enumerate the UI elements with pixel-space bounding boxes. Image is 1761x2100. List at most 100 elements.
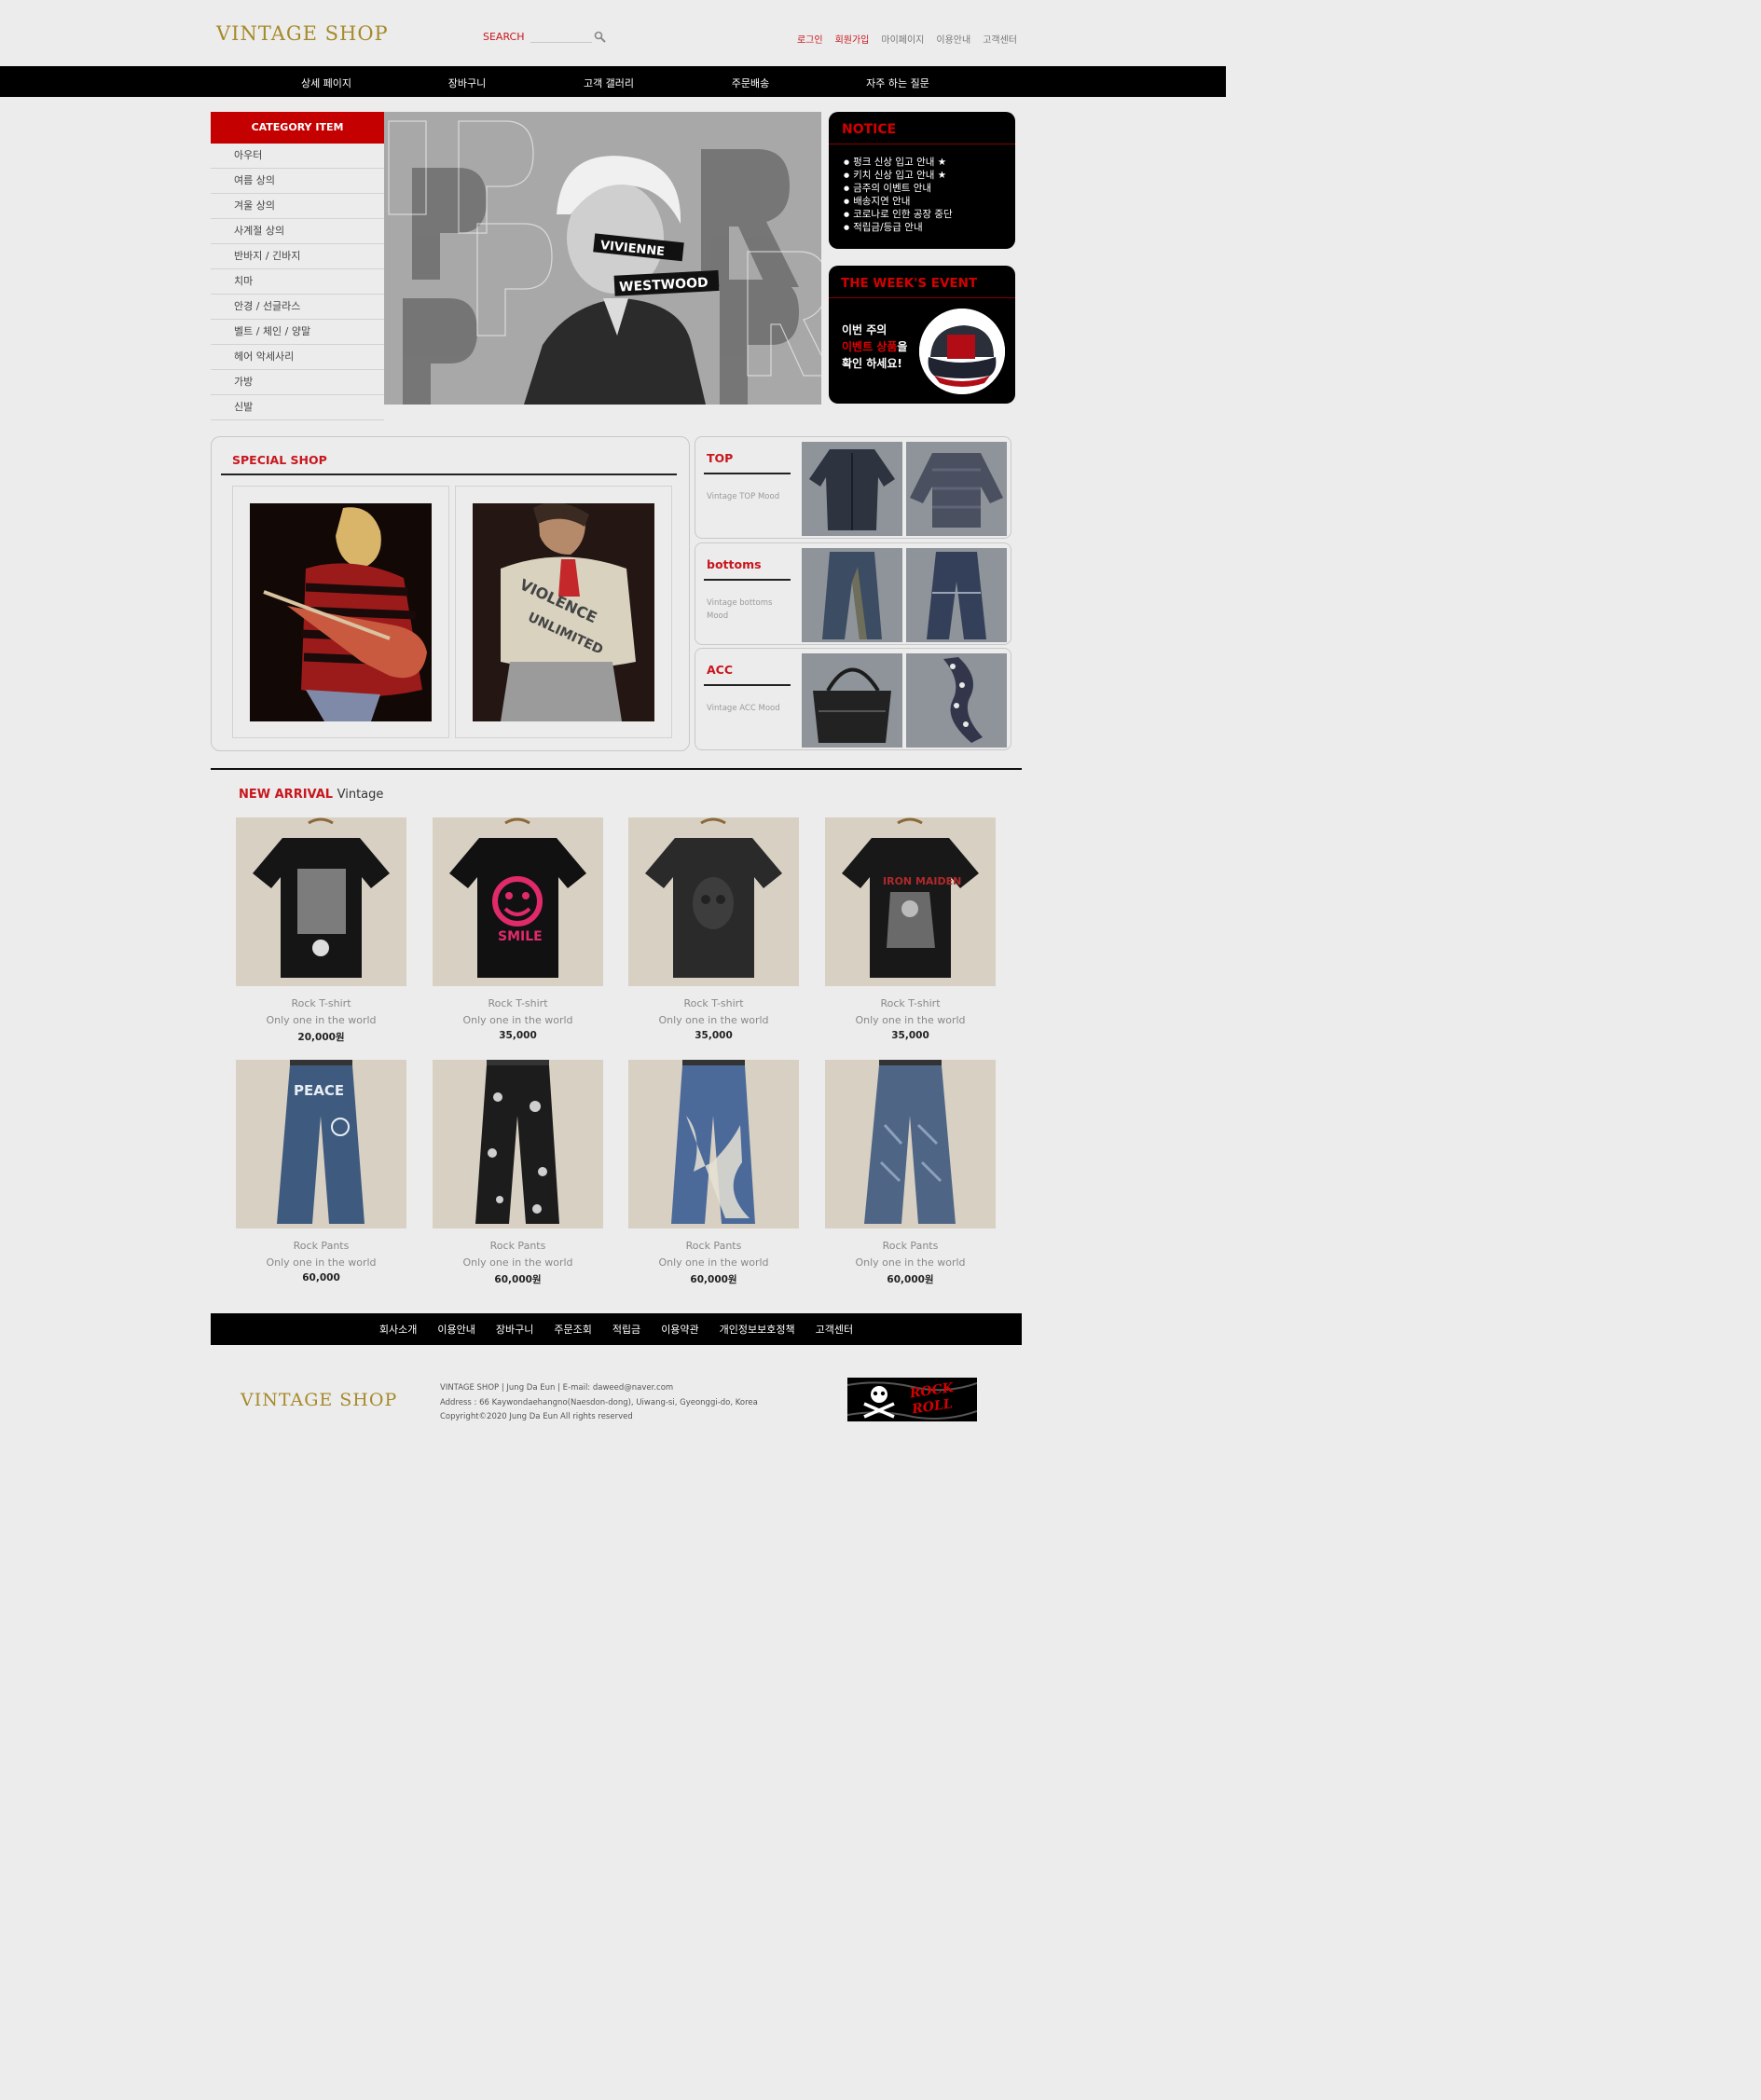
footer-link-guide[interactable]: 이용안내 <box>437 1322 475 1337</box>
nav-item-detail[interactable]: 상세 페이지 <box>301 75 351 90</box>
product-desc: Only one in the world <box>462 1014 573 1026</box>
section-divider <box>211 768 1022 770</box>
footer-link-terms[interactable]: 이용약관 <box>661 1322 698 1337</box>
product-price: 60,000 <box>302 1272 340 1283</box>
category-box-title[interactable]: bottoms <box>707 557 762 571</box>
product-image-pants[interactable] <box>433 1060 603 1228</box>
product-desc: Only one in the world <box>266 1014 377 1026</box>
product-card[interactable]: IRON MAIDEN Rock T-shirt Only one in the… <box>825 817 996 1041</box>
category-item-glasses[interactable]: 안경 / 선글라스 <box>211 295 384 320</box>
new-arrival-title-rest: Vintage <box>337 788 384 802</box>
category-item-outer[interactable]: 아우터 <box>211 144 384 169</box>
product-card[interactable]: Rock Pants Only one in the world 60,000원 <box>825 1060 996 1286</box>
product-desc: Only one in the world <box>855 1256 966 1269</box>
special-image-punk[interactable]: VIOLENCE UNLIMITED <box>473 503 654 721</box>
product-card[interactable]: Rock T-shirt Only one in the world 20,00… <box>236 817 406 1044</box>
event-text: 이번 주의 이벤트 상품을 확인 하세요! <box>842 322 907 372</box>
guide-link[interactable]: 이용안내 <box>936 32 970 46</box>
site-logo[interactable]: VINTAGE SHOP <box>216 22 389 45</box>
event-cap-image[interactable] <box>919 309 1005 394</box>
hero-banner[interactable]: VIVIENNE WESTWOOD <box>384 112 821 405</box>
category-item-belt[interactable]: 벨트 / 체인 / 양말 <box>211 320 384 345</box>
search-icon[interactable] <box>594 30 607 43</box>
product-price: 35,000 <box>695 1030 733 1041</box>
product-image-pants[interactable] <box>628 1060 799 1228</box>
special-card[interactable] <box>232 486 449 738</box>
product-name[interactable]: Rock Pants <box>433 1240 603 1252</box>
footer-link-company[interactable]: 회사소개 <box>379 1322 417 1337</box>
category-box-title[interactable]: ACC <box>707 663 733 677</box>
category-item-shoes[interactable]: 신발 <box>211 395 384 420</box>
category-item-pants[interactable]: 반바지 / 긴바지 <box>211 244 384 269</box>
product-image-tshirt[interactable]: IRON MAIDEN <box>825 817 996 986</box>
footer-link-order-check[interactable]: 주문조회 <box>554 1322 591 1337</box>
product-image-tshirt[interactable] <box>236 817 406 986</box>
category-item-winter-top[interactable]: 겨울 상의 <box>211 194 384 219</box>
product-name[interactable]: Rock T-shirt <box>825 997 996 1009</box>
category-item-bag[interactable]: 가방 <box>211 370 384 395</box>
product-card[interactable]: Rock T-shirt Only one in the world 35,00… <box>628 817 799 1041</box>
event-suffix: 을 <box>897 340 908 353</box>
product-name[interactable]: Rock Pants <box>628 1240 799 1252</box>
product-price: 60,000원 <box>494 1274 542 1285</box>
footer-logo[interactable]: VINTAGE SHOP <box>241 1390 397 1410</box>
footer-info-line: Copyright©2020 Jung Da Eun All rights re… <box>440 1412 633 1421</box>
category-box-bottoms[interactable]: bottoms Vintage bottoms Mood <box>695 542 1011 645</box>
notice-item[interactable]: 펑크 신상 입고 안내 ★ <box>844 156 1015 169</box>
nav-item-cart[interactable]: 장바구니 <box>448 75 486 90</box>
footer-link-cart[interactable]: 장바구니 <box>496 1322 533 1337</box>
mypage-link[interactable]: 마이페이지 <box>881 32 924 46</box>
product-price: 60,000원 <box>690 1274 737 1285</box>
notice-item[interactable]: 배송지연 안내 <box>844 195 1015 208</box>
acc-product-image-bag[interactable] <box>802 653 902 748</box>
notice-item[interactable]: 코로나로 인한 공장 중단 <box>844 208 1015 221</box>
category-box-title[interactable]: TOP <box>707 451 733 465</box>
footer-link-points[interactable]: 적립금 <box>612 1322 640 1337</box>
bottoms-product-image-jeans[interactable] <box>802 548 902 642</box>
category-box-acc[interactable]: ACC Vintage ACC Mood <box>695 648 1011 750</box>
product-card[interactable]: Rock Pants Only one in the world 60,000원 <box>433 1060 603 1286</box>
category-item-season-top[interactable]: 사계절 상의 <box>211 219 384 244</box>
category-item-hair-acc[interactable]: 헤어 악세사리 <box>211 345 384 370</box>
nav-item-order-delivery[interactable]: 주문배송 <box>732 75 769 90</box>
product-image-pants[interactable]: PEACE <box>236 1060 406 1228</box>
product-card[interactable]: PEACE Rock Pants Only one in the world 6… <box>236 1060 406 1283</box>
product-card[interactable]: SMILE Rock T-shirt Only one in the world… <box>433 817 603 1041</box>
signup-link[interactable]: 회원가입 <box>835 32 870 46</box>
product-price: 35,000 <box>891 1030 929 1041</box>
customer-center-link[interactable]: 고객센터 <box>983 32 1017 46</box>
notice-item[interactable]: 키치 신상 입고 안내 ★ <box>844 169 1015 182</box>
bottoms-product-image-jeans-2[interactable] <box>906 548 1007 642</box>
notice-item[interactable]: 금주의 이벤트 안내 <box>844 182 1015 195</box>
top-product-image-jacket[interactable] <box>802 442 902 536</box>
weekly-event-box[interactable]: THE WEEK'S EVENT 이번 주의 이벤트 상품을 확인 하세요! <box>829 266 1015 404</box>
category-box-top[interactable]: TOP Vintage TOP Mood <box>695 436 1011 539</box>
nav-item-faq[interactable]: 자주 하는 질문 <box>866 75 929 90</box>
product-name[interactable]: Rock T-shirt <box>628 997 799 1009</box>
product-name[interactable]: Rock T-shirt <box>236 997 406 1009</box>
special-card[interactable]: VIOLENCE UNLIMITED <box>455 486 672 738</box>
search-input[interactable] <box>530 30 592 43</box>
notice-title: NOTICE <box>829 112 1015 144</box>
notice-item[interactable]: 적립금/등급 안내 <box>844 221 1015 234</box>
product-image-tshirt[interactable]: SMILE <box>433 817 603 986</box>
product-name[interactable]: Rock Pants <box>825 1240 996 1252</box>
category-item-skirt[interactable]: 치마 <box>211 269 384 295</box>
top-product-image-knit[interactable] <box>906 442 1007 536</box>
category-item-summer-top[interactable]: 여름 상의 <box>211 169 384 194</box>
acc-product-image-scarf[interactable] <box>906 653 1007 748</box>
footer-nav: 회사소개 이용안내 장바구니 주문조회 적립금 이용약관 개인정보보호정책 고객… <box>211 1313 1022 1345</box>
footer-link-privacy[interactable]: 개인정보보호정책 <box>720 1322 795 1337</box>
product-image-pants[interactable] <box>825 1060 996 1228</box>
footer-link-customer-center[interactable]: 고객센터 <box>816 1322 853 1337</box>
product-name[interactable]: Rock T-shirt <box>433 997 603 1009</box>
login-link[interactable]: 로그인 <box>797 32 823 46</box>
nav-item-gallery[interactable]: 고객 갤러리 <box>584 75 634 90</box>
product-price: 60,000원 <box>887 1274 934 1285</box>
divider <box>704 684 791 686</box>
product-card[interactable]: Rock Pants Only one in the world 60,000원 <box>628 1060 799 1286</box>
product-name[interactable]: Rock Pants <box>236 1240 406 1252</box>
special-image-guitarist[interactable] <box>250 503 432 721</box>
product-image-tshirt[interactable] <box>628 817 799 986</box>
footer-info-line: VINTAGE SHOP | Jung Da Eun | E-mail: daw… <box>440 1383 674 1393</box>
